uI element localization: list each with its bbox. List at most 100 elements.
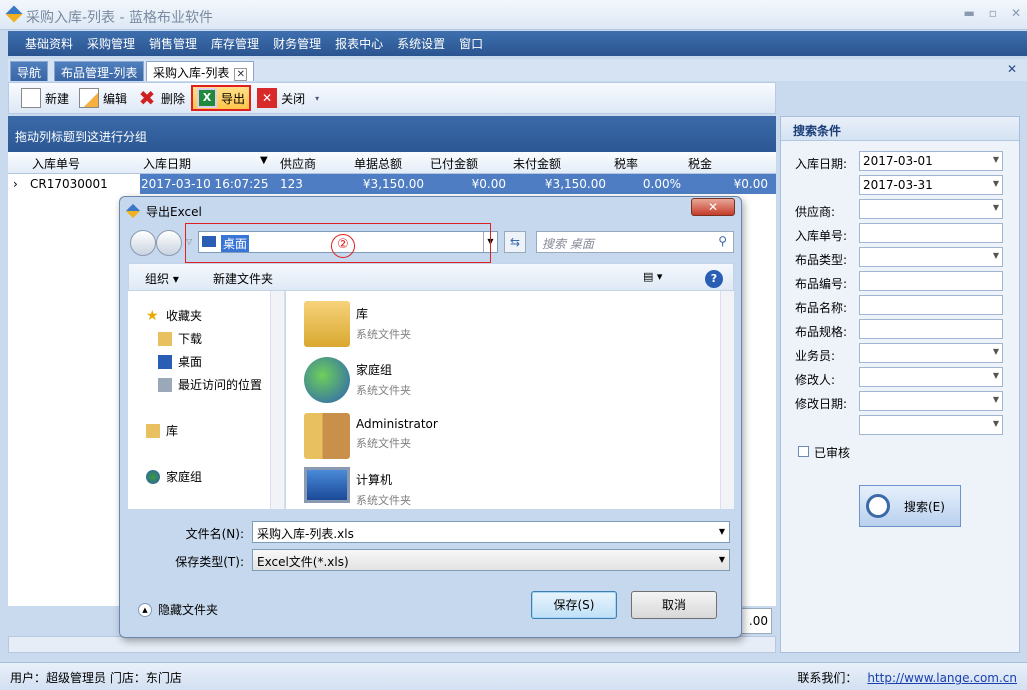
column-header[interactable]: 入库单号 <box>32 155 80 172</box>
fabric-name-input[interactable] <box>859 295 1003 315</box>
menu-reports[interactable]: 报表中心 <box>328 35 390 52</box>
save-fields: 文件名(N): 采购入库-列表.xls ▼ 保存类型(T): Excel文件(*.… <box>128 511 734 581</box>
modify-end-date[interactable]: ▼ <box>859 415 1003 435</box>
column-header[interactable]: 税率 <box>614 155 638 172</box>
menu-sales[interactable]: 销售管理 <box>142 35 204 52</box>
view-options-icon[interactable]: ▤ ▾ <box>643 270 662 283</box>
edit-button[interactable]: 编辑 <box>75 85 131 111</box>
supplier-select[interactable]: ▼ <box>859 199 1003 219</box>
organize-menu[interactable]: 组织 ▾ <box>145 270 179 287</box>
menu-settings[interactable]: 系统设置 <box>390 35 452 52</box>
tree-library[interactable]: 库 <box>146 422 178 439</box>
list-item[interactable]: 家庭组 系统文件夹 <box>304 357 411 403</box>
maximize-icon[interactable]: ▫ <box>989 6 997 20</box>
list-item[interactable]: Administrator 系统文件夹 <box>304 413 438 459</box>
tree-recent[interactable]: 最近访问的位置 <box>158 376 262 393</box>
refresh-icon[interactable]: ⇆ <box>504 231 526 253</box>
filename-input[interactable]: 采购入库-列表.xls ▼ <box>252 521 730 543</box>
export-excel-dialog: 导出Excel ✕ ▽ 桌面 ▼ ⇆ 搜索 桌面 ⚲ ② 组织 ▾ 新建文件夹 ▤… <box>119 196 742 638</box>
window-title: 采购入库-列表 - 蓝格布业软件 <box>26 10 214 26</box>
column-header[interactable]: 供应商 <box>280 155 316 172</box>
salesperson-select[interactable]: ▼ <box>859 343 1003 363</box>
menu-finance[interactable]: 财务管理 <box>266 35 328 52</box>
tab-navigation[interactable]: 导航 <box>10 61 49 81</box>
modifier-select[interactable]: ▼ <box>859 367 1003 387</box>
cell-tax-rate: 0.00% <box>642 177 681 191</box>
label-supplier: 供应商: <box>795 205 836 219</box>
save-button[interactable]: 保存(S) <box>531 591 617 619</box>
edit-icon <box>79 88 100 108</box>
audited-label: 已审核 <box>814 446 851 460</box>
search-button[interactable]: 搜索(E) <box>859 485 961 527</box>
excel-icon: X <box>197 88 218 108</box>
fabric-type-select[interactable]: ▼ <box>859 247 1003 267</box>
chevron-down-icon[interactable]: ▾ <box>315 94 319 103</box>
close-window-icon[interactable]: ✕ <box>1011 6 1021 20</box>
modify-start-date[interactable]: ▼ <box>859 391 1003 411</box>
chevron-down-icon[interactable]: ▼ <box>719 555 725 564</box>
audited-checkbox[interactable] <box>798 446 809 457</box>
table-row[interactable]: › CR17030001 2017-03-10 16:07:25 123 ¥3,… <box>8 174 776 194</box>
tree-desktop[interactable]: 桌面 <box>158 353 202 370</box>
export-button[interactable]: X 导出 <box>191 85 252 111</box>
group-by-area[interactable]: 拖动列标题到这进行分组 <box>8 116 776 152</box>
dialog-close-button[interactable]: ✕ <box>691 198 735 216</box>
close-button[interactable]: ✕ 关闭 ▾ <box>253 85 323 111</box>
column-header[interactable]: 单据总额 <box>354 155 402 172</box>
column-header[interactable]: 未付金额 <box>513 155 561 172</box>
new-folder-button[interactable]: 新建文件夹 <box>213 270 273 287</box>
minimize-icon[interactable]: ▬ <box>963 6 974 20</box>
list-item[interactable]: 库系统文件夹 <box>304 301 411 347</box>
chevron-down-icon: ▼ <box>992 251 999 260</box>
end-date-picker[interactable]: 2017-03-31 ▼ <box>859 175 1003 195</box>
start-date-picker[interactable]: 2017-03-01 ▼ <box>859 151 1003 171</box>
back-button[interactable] <box>130 230 156 256</box>
computer-icon <box>304 467 350 503</box>
label-modify-date: 修改日期: <box>795 397 848 411</box>
new-button[interactable]: 新建 <box>17 85 73 111</box>
cancel-button[interactable]: 取消 <box>631 591 717 619</box>
column-header[interactable]: 税金 <box>688 155 712 172</box>
delete-button[interactable]: ✖ 删除 <box>133 85 189 111</box>
fabric-code-input[interactable] <box>859 271 1003 291</box>
file-list-scrollbar[interactable] <box>720 291 734 509</box>
column-header[interactable]: 已付金额 <box>430 155 478 172</box>
download-folder-icon <box>158 331 172 346</box>
chevron-down-icon[interactable]: ▼ <box>719 527 725 536</box>
order-no-input[interactable] <box>859 223 1003 243</box>
star-icon: ★ <box>146 307 159 324</box>
forward-button[interactable] <box>156 230 182 256</box>
tree-downloads[interactable]: 下载 <box>158 330 202 347</box>
library-folder-icon <box>304 301 350 347</box>
menu-basic[interactable]: 基础资料 <box>18 35 80 52</box>
sort-desc-icon: ▼ <box>260 155 268 166</box>
tree-scrollbar[interactable] <box>270 291 284 509</box>
close-icon: ✕ <box>257 88 278 108</box>
label-fabric-spec: 布品规格: <box>795 325 848 339</box>
tree-homegroup[interactable]: 家庭组 <box>146 468 202 485</box>
search-input[interactable]: 搜索 桌面 ⚲ <box>536 231 734 253</box>
chevron-down-icon: ▼ <box>992 371 999 380</box>
app-logo-icon <box>125 203 141 219</box>
fabric-spec-input[interactable] <box>859 319 1003 339</box>
menu-window[interactable]: 窗口 <box>452 35 490 52</box>
desktop-icon <box>158 354 172 369</box>
menu-purchase[interactable]: 采购管理 <box>80 35 142 52</box>
close-all-tabs-icon[interactable]: ✕ <box>1007 62 1017 76</box>
hide-folders-toggle[interactable]: ▲ 隐藏文件夹 <box>138 601 218 618</box>
tab-purchase-inbound-list[interactable]: 采购入库-列表 ✕ <box>146 61 255 81</box>
website-link[interactable]: http://www.lange.com.cn <box>867 671 1017 685</box>
cell-paid: ¥0.00 <box>471 177 506 191</box>
column-header[interactable]: 入库日期 <box>143 155 191 172</box>
tab-close-icon[interactable]: ✕ <box>234 68 248 81</box>
list-item[interactable]: 计算机 系统文件夹 <box>304 467 411 508</box>
tab-fabric-list[interactable]: 布品管理-列表 <box>54 61 145 81</box>
label-inbound-date: 入库日期: <box>795 157 848 171</box>
menu-inventory[interactable]: 库存管理 <box>204 35 266 52</box>
tree-favorites[interactable]: ★ 收藏夹 <box>146 307 202 324</box>
contact-label: 联系我们： <box>797 671 858 685</box>
horizontal-scrollbar[interactable] <box>8 636 776 653</box>
label-modifier: 修改人: <box>795 373 836 387</box>
filetype-select[interactable]: Excel文件(*.xls) ▼ <box>252 549 730 571</box>
help-icon[interactable]: ? <box>705 270 723 288</box>
